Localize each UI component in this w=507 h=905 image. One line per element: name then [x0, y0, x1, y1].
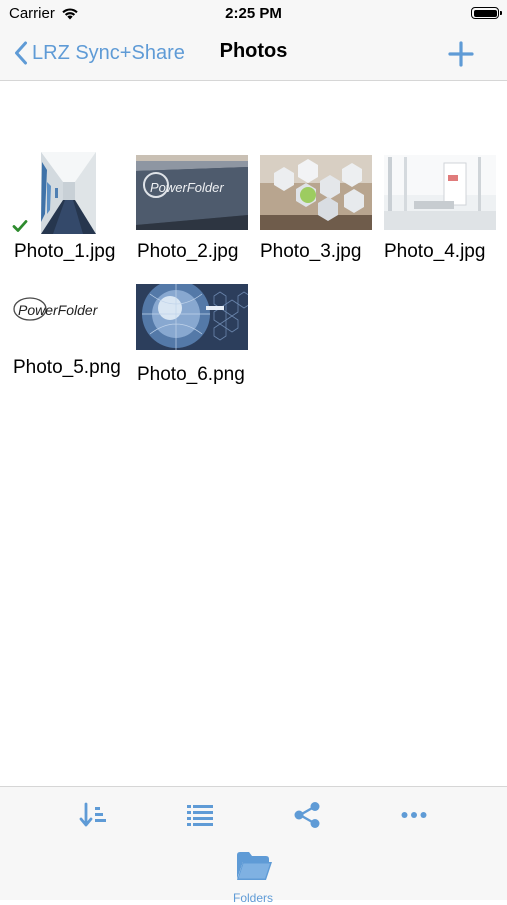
thumb-brand-text: PowerFolder [150, 180, 224, 195]
file-name: Photo_1.jpg [14, 241, 116, 262]
file-item-photo-6[interactable]: Photo_6.png [134, 280, 252, 390]
add-button[interactable] [445, 38, 477, 70]
file-item-photo-4[interactable]: Photo_4.jpg [381, 150, 499, 270]
navigation-bar: LRZ Sync+Share Photos [0, 28, 507, 81]
list-view-button[interactable] [184, 799, 216, 831]
file-name: Photo_3.jpg [260, 241, 362, 262]
file-grid: Photo_1.jpg PowerFolder Photo_2.jpg Phot… [0, 80, 507, 785]
battery-icon [471, 7, 502, 19]
page-title: Photos [219, 40, 288, 62]
thumb-brand-text: PowerFolder [18, 302, 99, 318]
file-name: Photo_2.jpg [137, 241, 239, 262]
folder-icon [237, 852, 272, 880]
thumbnail-photo-2: PowerFolder [136, 155, 248, 230]
file-item-photo-5[interactable]: PowerFolder Photo_5.png [10, 280, 128, 390]
tab-bar: Folders [0, 841, 507, 905]
sort-button[interactable] [78, 799, 110, 831]
thumbnail-photo-4 [384, 155, 496, 230]
status-bar: Carrier 2:25 PM [0, 0, 507, 28]
synced-check-icon [12, 220, 28, 232]
thumbnail-photo-6 [136, 284, 248, 350]
bottom-toolbar [0, 786, 507, 842]
share-icon [294, 802, 320, 828]
thumbnail-photo-3 [260, 155, 372, 230]
status-time: 2:25 PM [225, 5, 282, 22]
file-item-photo-2[interactable]: PowerFolder Photo_2.jpg [134, 150, 252, 270]
file-item-photo-3[interactable]: Photo_3.jpg [257, 150, 375, 270]
file-name: Photo_5.png [13, 357, 121, 378]
tab-folders[interactable]: Folders [213, 847, 293, 905]
more-button[interactable] [398, 799, 430, 831]
share-button[interactable] [291, 799, 323, 831]
thumbnail-photo-1 [41, 152, 96, 234]
file-item-photo-1[interactable]: Photo_1.jpg [10, 150, 128, 270]
plus-icon [448, 41, 474, 67]
file-name: Photo_4.jpg [384, 241, 486, 262]
file-name: Photo_6.png [137, 364, 245, 385]
thumbnail-photo-5: PowerFolder [12, 285, 126, 337]
more-icon [401, 812, 427, 818]
sort-icon [79, 802, 106, 827]
list-icon [187, 805, 213, 826]
tab-folders-label: Folders [232, 891, 273, 905]
